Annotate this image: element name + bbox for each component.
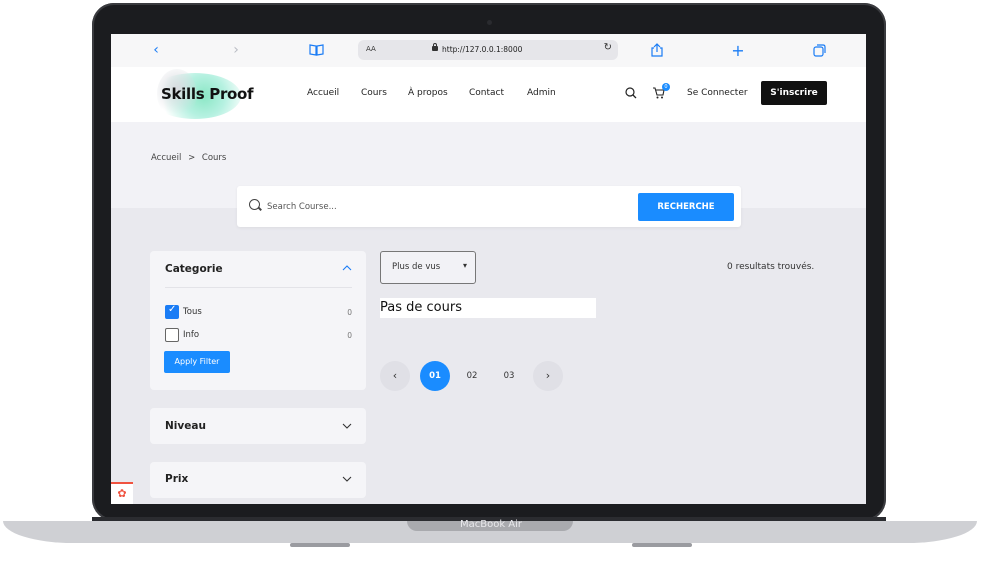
chevron-down-icon[interactable] <box>342 421 352 432</box>
share-icon[interactable] <box>649 41 665 59</box>
option-tous-count: 0 <box>347 308 352 317</box>
nav-a-propos[interactable]: À propos <box>408 88 448 98</box>
course-search: RECHERCHE <box>237 186 741 227</box>
breadcrumb: Accueil > Cours <box>151 153 226 163</box>
screen: ‹ › AA http://127.0.0.1:8000 ↻ + Skills … <box>111 34 866 504</box>
checkbox-tous[interactable] <box>165 304 179 319</box>
pagination-page-2[interactable]: 02 <box>457 361 487 391</box>
pagination-prev[interactable]: ‹ <box>380 361 410 391</box>
option-info-count: 0 <box>347 331 352 340</box>
reload-icon[interactable]: ↻ <box>604 42 612 53</box>
price-filter-panel[interactable]: Prix <box>150 462 366 498</box>
new-tab-icon[interactable]: + <box>731 41 745 60</box>
device-label: MacBook Air <box>459 519 523 530</box>
empty-state: Pas de cours <box>380 298 596 318</box>
laptop-foot <box>290 543 350 547</box>
checkbox-info[interactable] <box>165 328 179 342</box>
nav-admin[interactable]: Admin <box>527 88 556 98</box>
option-info-label: Info <box>183 330 200 340</box>
category-filter-panel: Categorie Tous 0 Info 0 Apply Filter <box>150 251 366 390</box>
site-header: Skills Proof Accueil Cours À propos Cont… <box>111 67 866 122</box>
breadcrumb-separator: > <box>188 153 196 163</box>
chevron-down-icon[interactable] <box>342 474 352 485</box>
apply-filter-button[interactable]: Apply Filter <box>164 351 230 373</box>
price-title: Prix <box>165 473 189 485</box>
option-tous-label: Tous <box>183 307 202 317</box>
caret-down-icon: ▾ <box>462 261 467 270</box>
site-logo[interactable]: Skills Proof <box>161 85 254 103</box>
sort-select[interactable]: Plus de vus ▾ <box>380 251 476 284</box>
lock-icon <box>432 43 438 51</box>
laptop-foot <box>632 543 692 547</box>
level-title: Niveau <box>165 420 206 432</box>
book-icon[interactable] <box>308 41 324 59</box>
pagination-page-1[interactable]: 01 <box>420 361 450 391</box>
results-count: 0 resultats trouvés. <box>727 262 815 272</box>
search-button[interactable]: RECHERCHE <box>638 193 734 221</box>
pagination-page-3[interactable]: 03 <box>494 361 524 391</box>
category-title: Categorie <box>165 263 223 275</box>
reader-aa[interactable]: AA <box>366 45 376 53</box>
cart-badge: 0 <box>662 83 670 91</box>
search-input[interactable] <box>265 198 599 216</box>
breadcrumb-home[interactable]: Accueil <box>151 153 181 163</box>
pagination-next[interactable]: › <box>533 361 563 391</box>
browser-toolbar: ‹ › AA http://127.0.0.1:8000 ↻ + <box>111 34 866 68</box>
tabs-icon[interactable] <box>811 41 827 59</box>
nav-accueil[interactable]: Accueil <box>307 88 339 98</box>
laravel-icon[interactable]: ✿ <box>111 482 133 504</box>
level-filter-panel[interactable]: Niveau <box>150 408 366 444</box>
nav-contact[interactable]: Contact <box>469 88 504 98</box>
divider <box>165 287 352 288</box>
search-icon[interactable] <box>625 87 637 102</box>
back-icon[interactable]: ‹ <box>149 41 163 59</box>
address-bar[interactable]: AA http://127.0.0.1:8000 ↻ <box>358 40 618 60</box>
sort-selected-value: Plus de vus <box>392 262 441 272</box>
url-text: http://127.0.0.1:8000 <box>442 45 523 54</box>
chevron-up-icon[interactable] <box>342 263 352 274</box>
nav-cours[interactable]: Cours <box>361 88 387 98</box>
camera <box>487 20 492 25</box>
breadcrumb-current: Cours <box>201 153 227 163</box>
forward-icon[interactable]: › <box>229 41 243 59</box>
login-link[interactable]: Se Connecter <box>687 88 748 98</box>
signup-button[interactable]: S'inscrire <box>761 81 827 105</box>
search-icon <box>249 199 260 210</box>
